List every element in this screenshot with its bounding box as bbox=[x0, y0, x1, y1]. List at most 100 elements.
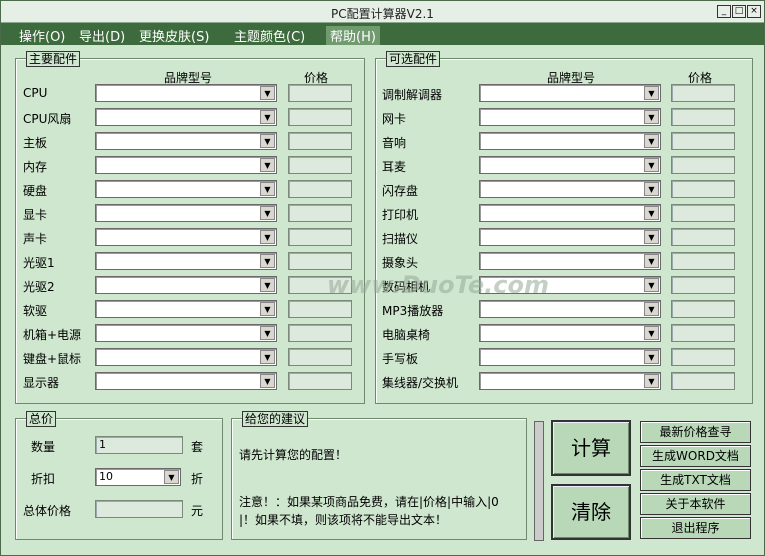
main_parts-model-select[interactable]: ▼ bbox=[95, 300, 277, 318]
chevron-down-icon[interactable]: ▼ bbox=[644, 374, 659, 388]
optional_parts-price-input[interactable] bbox=[671, 324, 735, 342]
latest-price-button[interactable]: 最新价格查寻 bbox=[640, 421, 751, 443]
main_parts-price-input[interactable] bbox=[288, 156, 352, 174]
optional_parts-price-input[interactable] bbox=[671, 300, 735, 318]
clear-button[interactable]: 清除 bbox=[551, 484, 631, 540]
menu-export[interactable]: 导出(D) bbox=[79, 26, 125, 45]
advice-scrollbar[interactable] bbox=[534, 421, 544, 541]
optional_parts-price-input[interactable] bbox=[671, 252, 735, 270]
main_parts-model-select[interactable]: ▼ bbox=[95, 252, 277, 270]
optional_parts-price-input[interactable] bbox=[671, 108, 735, 126]
optional_parts-price-input[interactable] bbox=[671, 180, 735, 198]
chevron-down-icon[interactable]: ▼ bbox=[260, 278, 275, 292]
main_parts-row-label: 内存 bbox=[23, 160, 48, 174]
total-price-label: 总体价格 bbox=[23, 504, 72, 518]
optional_parts-model-select[interactable]: ▼ bbox=[479, 108, 661, 126]
chevron-down-icon[interactable]: ▼ bbox=[260, 302, 275, 316]
main_parts-price-input[interactable] bbox=[288, 348, 352, 366]
main_parts-model-select[interactable]: ▼ bbox=[95, 108, 277, 126]
main_parts-model-select[interactable]: ▼ bbox=[95, 156, 277, 174]
main_parts-model-select[interactable]: ▼ bbox=[95, 204, 277, 222]
chevron-down-icon[interactable]: ▼ bbox=[644, 182, 659, 196]
main_parts-price-input[interactable] bbox=[288, 252, 352, 270]
main_parts-model-select[interactable]: ▼ bbox=[95, 132, 277, 150]
chevron-down-icon[interactable]: ▼ bbox=[644, 302, 659, 316]
minimize-button[interactable]: _ bbox=[717, 5, 731, 18]
optional_parts-price-input[interactable] bbox=[671, 276, 735, 294]
chevron-down-icon[interactable]: ▼ bbox=[260, 110, 275, 124]
main_parts-price-input[interactable] bbox=[288, 132, 352, 150]
maximize-button[interactable]: □ bbox=[732, 5, 746, 18]
main_parts-row-label: 主板 bbox=[23, 136, 48, 150]
main_parts-price-input[interactable] bbox=[288, 204, 352, 222]
main_parts-price-input[interactable] bbox=[288, 372, 352, 390]
optional_parts-model-select[interactable]: ▼ bbox=[479, 252, 661, 270]
chevron-down-icon[interactable]: ▼ bbox=[644, 206, 659, 220]
optional_parts-price-input[interactable] bbox=[671, 228, 735, 246]
optional_parts-price-input[interactable] bbox=[671, 372, 735, 390]
chevron-down-icon[interactable]: ▼ bbox=[164, 470, 179, 484]
optional_parts-model-select[interactable]: ▼ bbox=[479, 180, 661, 198]
discount-select[interactable]: 10 ▼ bbox=[95, 468, 181, 486]
optional_parts-price-input[interactable] bbox=[671, 132, 735, 150]
main_parts-price-input[interactable] bbox=[288, 300, 352, 318]
optional_parts-model-select[interactable]: ▼ bbox=[479, 84, 661, 102]
chevron-down-icon[interactable]: ▼ bbox=[644, 254, 659, 268]
chevron-down-icon[interactable]: ▼ bbox=[260, 206, 275, 220]
chevron-down-icon[interactable]: ▼ bbox=[260, 230, 275, 244]
optional_parts-price-input[interactable] bbox=[671, 348, 735, 366]
main_parts-model-select[interactable]: ▼ bbox=[95, 324, 277, 342]
main_parts-price-input[interactable] bbox=[288, 84, 352, 102]
optional_parts-model-select[interactable]: ▼ bbox=[479, 204, 661, 222]
main_parts-price-input[interactable] bbox=[288, 180, 352, 198]
menu-help[interactable]: 帮助(H) bbox=[326, 26, 380, 45]
optional_parts-model-select[interactable]: ▼ bbox=[479, 372, 661, 390]
chevron-down-icon[interactable]: ▼ bbox=[260, 254, 275, 268]
chevron-down-icon[interactable]: ▼ bbox=[260, 374, 275, 388]
main_parts-price-input[interactable] bbox=[288, 324, 352, 342]
close-button[interactable]: × bbox=[747, 5, 761, 18]
exit-button[interactable]: 退出程序 bbox=[640, 517, 751, 539]
optional_parts-price-input[interactable] bbox=[671, 84, 735, 102]
main_parts-model-select[interactable]: ▼ bbox=[95, 84, 277, 102]
generate-txt-button[interactable]: 生成TXT文档 bbox=[640, 469, 751, 491]
optional_parts-model-select[interactable]: ▼ bbox=[479, 348, 661, 366]
chevron-down-icon[interactable]: ▼ bbox=[644, 326, 659, 340]
main_parts-model-select[interactable]: ▼ bbox=[95, 180, 277, 198]
menu-skin[interactable]: 更换皮肤(S) bbox=[139, 26, 209, 45]
chevron-down-icon[interactable]: ▼ bbox=[644, 110, 659, 124]
about-button[interactable]: 关于本软件 bbox=[640, 493, 751, 515]
main_parts-model-select[interactable]: ▼ bbox=[95, 348, 277, 366]
main_parts-price-input[interactable] bbox=[288, 108, 352, 126]
qty-input[interactable]: 1 bbox=[95, 436, 183, 454]
main_parts-price-input[interactable] bbox=[288, 228, 352, 246]
main_parts-model-select[interactable]: ▼ bbox=[95, 276, 277, 294]
optional_parts-price-input[interactable] bbox=[671, 204, 735, 222]
menu-operate[interactable]: 操作(O) bbox=[19, 26, 65, 45]
main_parts-model-select[interactable]: ▼ bbox=[95, 372, 277, 390]
menu-theme-color[interactable]: 主题颜色(C) bbox=[234, 26, 305, 45]
optional_parts-model-select[interactable]: ▼ bbox=[479, 228, 661, 246]
chevron-down-icon[interactable]: ▼ bbox=[644, 86, 659, 100]
main_parts-row-label: 光驱1 bbox=[23, 256, 55, 270]
chevron-down-icon[interactable]: ▼ bbox=[644, 278, 659, 292]
main_parts-model-select[interactable]: ▼ bbox=[95, 228, 277, 246]
chevron-down-icon[interactable]: ▼ bbox=[260, 326, 275, 340]
chevron-down-icon[interactable]: ▼ bbox=[260, 134, 275, 148]
chevron-down-icon[interactable]: ▼ bbox=[260, 182, 275, 196]
chevron-down-icon[interactable]: ▼ bbox=[644, 350, 659, 364]
chevron-down-icon[interactable]: ▼ bbox=[260, 86, 275, 100]
optional_parts-model-select[interactable]: ▼ bbox=[479, 132, 661, 150]
chevron-down-icon[interactable]: ▼ bbox=[260, 350, 275, 364]
optional_parts-model-select[interactable]: ▼ bbox=[479, 156, 661, 174]
chevron-down-icon[interactable]: ▼ bbox=[644, 230, 659, 244]
optional_parts-model-select[interactable]: ▼ bbox=[479, 300, 661, 318]
chevron-down-icon[interactable]: ▼ bbox=[644, 158, 659, 172]
optional_parts-model-select[interactable]: ▼ bbox=[479, 324, 661, 342]
optional_parts-price-input[interactable] bbox=[671, 156, 735, 174]
generate-word-button[interactable]: 生成WORD文档 bbox=[640, 445, 751, 467]
calculate-button[interactable]: 计算 bbox=[551, 420, 631, 476]
chevron-down-icon[interactable]: ▼ bbox=[644, 134, 659, 148]
chevron-down-icon[interactable]: ▼ bbox=[260, 158, 275, 172]
optional_parts-row-label: 耳麦 bbox=[382, 160, 407, 174]
